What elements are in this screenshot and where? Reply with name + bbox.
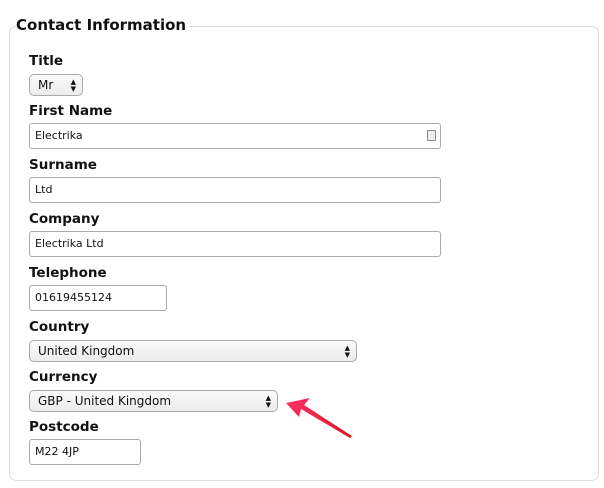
country-value: United Kingdom <box>38 344 135 358</box>
currency-select[interactable]: GBP - United Kingdom ▲ ▼ <box>29 390 278 412</box>
red-arrow-annotation <box>286 398 352 438</box>
currency-label: Currency <box>29 369 98 385</box>
telephone-label: Telephone <box>29 265 107 281</box>
country-label: Country <box>29 319 90 335</box>
title-label: Title <box>29 53 64 69</box>
surname-input[interactable]: Ltd <box>29 177 441 203</box>
telephone-input[interactable]: 01619455124 <box>29 285 167 311</box>
postcode-label: Postcode <box>29 419 99 435</box>
contact-card-icon[interactable] <box>427 130 436 141</box>
first-name-input[interactable]: Electrika <box>29 123 441 149</box>
select-arrows-icon: ▲ ▼ <box>70 78 76 93</box>
arrow-icon <box>286 398 352 438</box>
surname-label: Surname <box>29 157 97 173</box>
postcode-input[interactable]: M22 4JP <box>29 439 141 465</box>
currency-value: GBP - United Kingdom <box>38 394 172 408</box>
company-label: Company <box>29 211 100 227</box>
select-arrows-icon: ▲ ▼ <box>344 344 350 359</box>
title-value: Mr <box>38 78 54 92</box>
first-name-value: Electrika <box>35 129 83 142</box>
company-input[interactable]: Electrika Ltd <box>29 231 441 257</box>
country-select[interactable]: United Kingdom ▲ ▼ <box>29 340 357 362</box>
select-arrows-icon: ▲ ▼ <box>265 394 271 409</box>
title-select[interactable]: Mr ▲ ▼ <box>29 74 83 96</box>
section-title: Contact Information <box>16 16 190 34</box>
first-name-label: First Name <box>29 103 113 119</box>
